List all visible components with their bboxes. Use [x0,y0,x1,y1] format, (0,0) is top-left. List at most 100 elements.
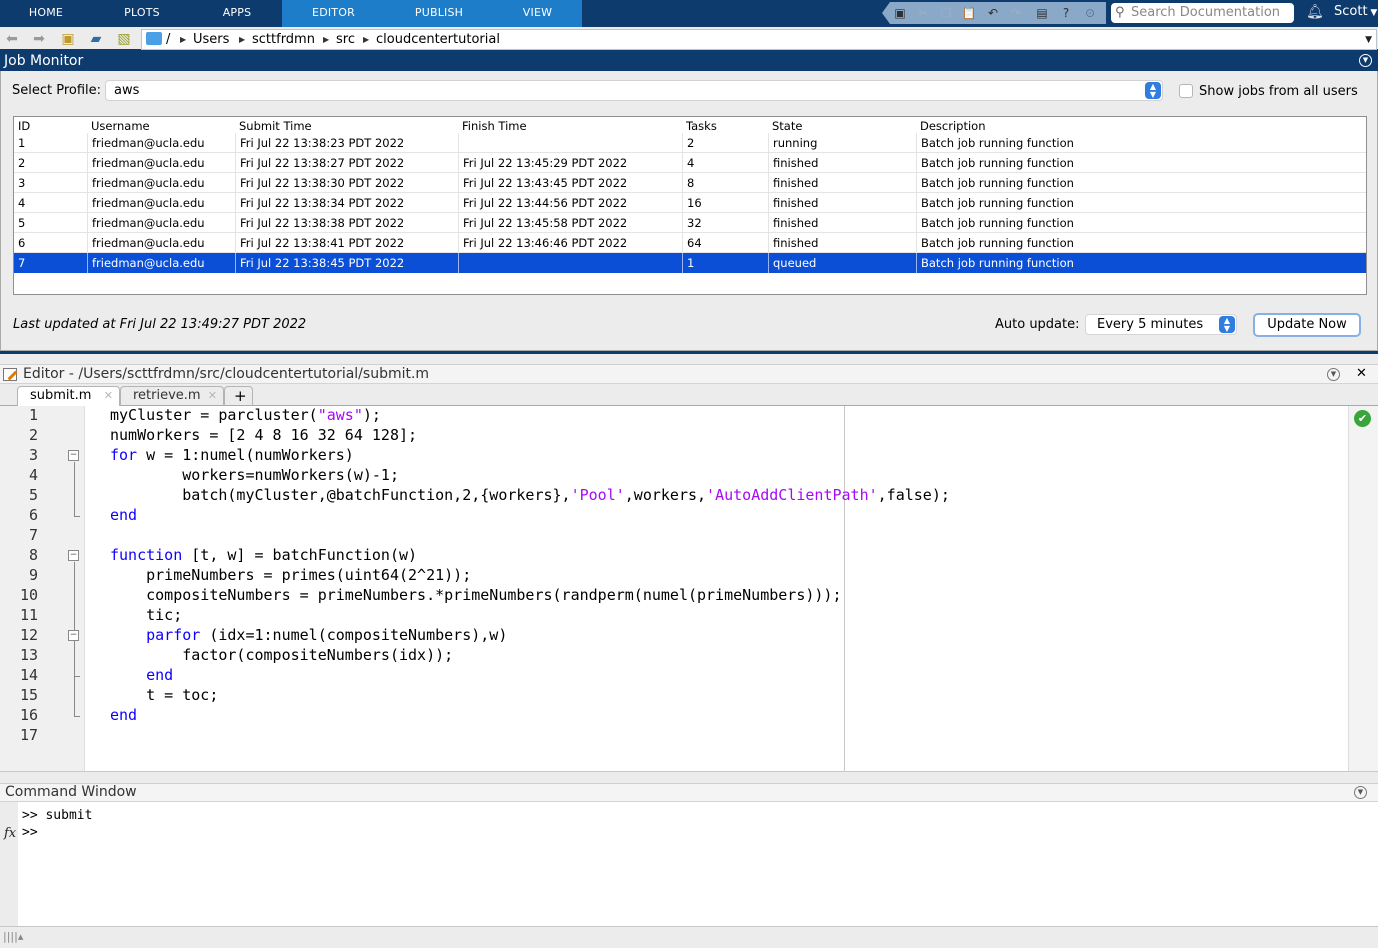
breadcrumb-root[interactable]: / [166,31,170,49]
notification-bell-icon[interactable]: 🔔︎ [1306,4,1324,20]
line-number: 11 [19,606,38,624]
tab-submit-m[interactable]: submit.m ✕ [17,386,120,406]
auto-update-value: Every 5 minutes [1097,317,1204,332]
fold-toggle-icon[interactable]: − [68,630,79,641]
command-window-gutter: fx [0,802,18,926]
tab-home[interactable]: HOME [0,0,92,27]
tab-plots[interactable]: PLOTS [92,0,192,27]
code-line[interactable]: workers=numWorkers(w)-1; [110,465,399,485]
breadcrumb-scttfrdmn[interactable]: scttfrdmn [252,31,315,49]
back-icon[interactable]: ⬅ [3,31,21,47]
paste-icon[interactable]: 📋 [961,5,977,21]
line-number: 3 [28,446,38,464]
column-header-id[interactable]: ID [14,118,88,134]
table-row[interactable]: 6 friedman@ucla.edu Fri Jul 22 13:38:41 PD… [14,233,1366,253]
auto-update-select[interactable]: Every 5 minutes [1085,314,1237,335]
code-line[interactable]: parfor (idx=1:numel(compositeNumbers),w) [110,625,507,645]
code-line[interactable]: end [110,665,173,685]
code-line[interactable]: myCluster = parcluster("aws"); [110,405,381,425]
column-header-description[interactable]: Description [916,118,1366,134]
ribbon-tab-bar: HOME PLOTS APPS EDITOR PUBLISH VIEW ▣ ✂ … [0,0,1378,27]
fold-toggle-icon[interactable]: − [68,450,79,461]
undo-icon[interactable]: ↶ [985,5,1001,21]
breadcrumb-src[interactable]: src [336,31,355,49]
table-row[interactable]: 2 friedman@ucla.edu Fri Jul 22 13:38:27 PD… [14,153,1366,173]
path-address-field[interactable]: / ▶ Users ▶ scttfrdmn ▶ src ▶ cloudcente… [141,29,1377,50]
browse-folder-icon[interactable]: ▰ [87,31,105,47]
command-prompt[interactable]: >> [22,824,45,841]
editor-actions-icon[interactable]: ▼ [1327,368,1340,381]
column-header-state[interactable]: State [768,118,916,134]
cell-tasks: 4 [682,153,768,173]
command-window-actions-icon[interactable]: ▼ [1354,786,1367,799]
table-row[interactable]: 1 friedman@ucla.edu Fri Jul 22 13:38:23 PD… [14,133,1366,153]
breadcrumb-cloudcentertutorial[interactable]: cloudcentertutorial [376,31,500,49]
up-folder-icon[interactable]: ▣ [59,31,77,47]
editor-pencil-icon [3,368,17,381]
panel-actions-icon[interactable]: ▼ [1359,54,1372,67]
code-line[interactable]: compositeNumbers = primeNumbers.*primeNu… [110,585,841,605]
save-icon[interactable]: ▣ [892,5,908,21]
function-browser-icon[interactable]: fx [4,826,16,841]
cell-description: Batch job running function [916,253,1366,273]
close-tab-icon[interactable]: ✕ [208,387,217,405]
editor-tab-bar: submit.m ✕ retrieve.m ✕ + [0,384,1378,406]
code-line[interactable]: function [t, w] = batchFunction(w) [110,545,417,565]
column-header-submit-time[interactable]: Submit Time [235,118,458,134]
code-line[interactable]: batch(myCluster,@batchFunction,2,{worker… [110,485,950,505]
column-header-username[interactable]: Username [87,118,235,134]
access-menu-icon[interactable]: ⊙ [1082,5,1098,21]
panel-splitter[interactable] [0,771,1378,783]
table-row[interactable]: 7 friedman@ucla.edu Fri Jul 22 13:38:45 PD… [14,253,1366,273]
tab-view[interactable]: VIEW [493,0,582,27]
profile-select[interactable]: aws [105,80,1163,101]
redo-icon[interactable]: ↷ [1008,5,1024,21]
cell-description: Batch job running function [916,133,1366,153]
auto-update-stepper-icon[interactable]: ▲ ▼ [1219,316,1235,333]
code-line[interactable]: tic; [110,605,182,625]
code-line[interactable]: primeNumbers = primes(uint64(2^21)); [110,565,471,585]
column-header-tasks[interactable]: Tasks [682,118,768,134]
tab-editor[interactable]: EDITOR [282,0,385,27]
cell-tasks: 1 [682,253,768,273]
forward-icon[interactable]: ➡ [30,31,48,47]
show-all-users-checkbox[interactable] [1179,84,1193,98]
panel-splitter[interactable] [0,351,1378,354]
user-menu[interactable]: Scott ▼ [1334,4,1377,19]
close-tab-icon[interactable]: ✕ [104,387,113,405]
tab-retrieve-m[interactable]: retrieve.m ✕ [120,386,224,406]
table-row[interactable]: 4 friedman@ucla.edu Fri Jul 22 13:38:34 PD… [14,193,1366,213]
code-line[interactable]: factor(compositeNumbers(idx)); [110,645,453,665]
code-line[interactable]: numWorkers = [2 4 8 16 32 64 128]; [110,425,417,445]
cell-state: finished [768,233,916,253]
breadcrumb-users[interactable]: Users [193,31,229,49]
path-history-dropdown-icon[interactable]: ▼ [1365,31,1372,49]
search-documentation-input[interactable]: ⚲ Search Documentation [1111,3,1294,23]
browse-for-folder-icon[interactable]: ▧ [115,31,133,47]
update-now-button[interactable]: Update Now [1253,313,1361,337]
table-row[interactable]: 5 friedman@ucla.edu Fri Jul 22 13:38:38 PD… [14,213,1366,233]
check-icon[interactable]: ✔ [1354,410,1371,427]
switch-windows-icon[interactable]: ▤ [1034,5,1050,21]
add-tab-button[interactable]: + [224,386,253,406]
table-row[interactable]: 3 friedman@ucla.edu Fri Jul 22 13:38:30 PD… [14,173,1366,193]
editor-header: Editor - /Users/scttfrdmn/src/cloudcente… [0,364,1378,384]
copy-icon[interactable]: ❐ [938,5,954,21]
code-line[interactable]: end [110,705,137,725]
line-number: 14 [19,666,38,684]
status-bar-grip-icon[interactable]: ||||▴ [3,930,23,943]
code-line[interactable]: t = toc; [110,685,218,705]
fold-toggle-icon[interactable]: − [68,550,79,561]
code-line[interactable]: for w = 1:numel(numWorkers) [110,445,354,465]
close-editor-icon[interactable]: ✕ [1356,367,1367,380]
tab-apps[interactable]: APPS [192,0,282,27]
command-window[interactable]: >> submit >> [18,802,1378,926]
job-table: ID Username Submit Time Finish Time Task… [13,116,1367,295]
column-header-finish-time[interactable]: Finish Time [458,118,682,134]
code-line[interactable]: end [110,505,137,525]
help-icon[interactable]: ? [1058,5,1074,21]
profile-select-stepper-icon[interactable]: ▲ ▼ [1145,82,1161,99]
cut-icon[interactable]: ✂ [915,5,931,21]
search-icon: ⚲ [1115,5,1125,20]
tab-publish[interactable]: PUBLISH [385,0,493,27]
